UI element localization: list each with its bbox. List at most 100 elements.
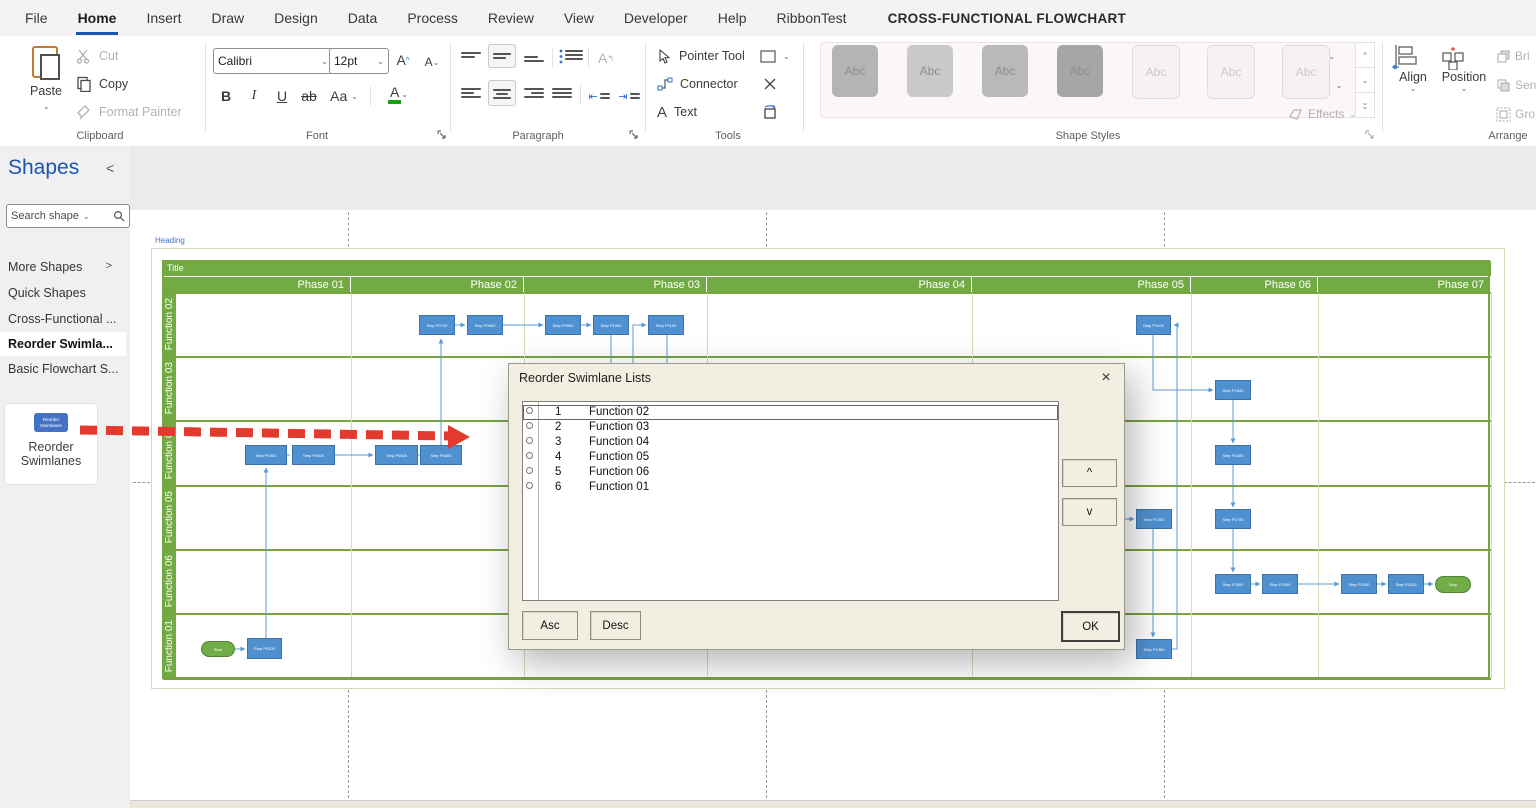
flowchart-step[interactable]: Step P0800 [467, 315, 503, 335]
shape-style-swatch[interactable]: Abc [1132, 45, 1180, 99]
flowchart-step[interactable]: Step P1100 [648, 315, 684, 335]
decrease-indent-button[interactable]: ⇤ [586, 84, 612, 108]
align-right-button[interactable] [524, 86, 544, 100]
move-down-button[interactable]: v [1062, 498, 1117, 526]
text-tool-button[interactable]: A Text [657, 100, 697, 124]
flowchart-step[interactable]: Step P2000 [1341, 574, 1377, 594]
shape-style-swatch[interactable]: Abc [1207, 45, 1255, 99]
flowchart-step[interactable]: Step P1800 [1215, 574, 1251, 594]
shape-style-swatch[interactable]: Abc [907, 45, 953, 97]
flowchart-step[interactable]: Step P0700 [419, 315, 455, 335]
swimlane-list-item-5[interactable]: 5 Function 06 [523, 465, 1058, 480]
flowchart-step[interactable]: Step P1300 [1136, 509, 1172, 529]
flowchart-step[interactable]: Step P1360 [1136, 639, 1172, 659]
master-reorder-swimlanes[interactable]: Reorder Swimlanes Reorder Swimlanes [5, 404, 97, 484]
flowchart-step[interactable]: Step P0600 [420, 445, 462, 465]
send-backward-button[interactable]: Sen [1496, 73, 1536, 97]
shrink-font-button[interactable]: A⌄ [420, 50, 444, 74]
ok-button[interactable]: OK [1061, 611, 1120, 642]
desc-button[interactable]: Desc [590, 611, 641, 640]
menu-tab-ribbontest[interactable]: RibbonTest [775, 2, 849, 35]
swimlane-list-item-4[interactable]: 4 Function 05 [523, 450, 1058, 465]
align-top-button[interactable] [461, 50, 481, 60]
paragraph-dialog-launcher[interactable] [628, 129, 640, 141]
font-dialog-launcher[interactable] [436, 129, 448, 141]
close-icon[interactable]: × [1095, 368, 1117, 388]
align-middle-button[interactable] [488, 44, 516, 68]
asc-button[interactable]: Asc [522, 611, 578, 640]
flowchart-terminator-start[interactable]: Start [201, 641, 235, 657]
flowchart-step[interactable]: Step P1500 [1215, 380, 1251, 400]
align-bottom-button[interactable] [524, 54, 544, 64]
justify-button[interactable] [552, 86, 572, 100]
group-button[interactable]: Gro [1496, 102, 1535, 126]
stencil-item-1[interactable]: Quick Shapes [8, 280, 126, 306]
flowchart-step[interactable]: Step P1400 [1136, 315, 1171, 335]
bold-button[interactable]: B [215, 84, 237, 108]
stencil-item-0[interactable]: More Shapes > [8, 254, 126, 280]
shape-styles-dialog-launcher[interactable] [1364, 129, 1376, 141]
flowchart-step[interactable]: Step P0900 [545, 315, 581, 335]
shape-style-swatch[interactable]: Abc [1282, 45, 1330, 99]
font-color-button[interactable]: A⌄ [380, 82, 416, 106]
font-family-combo[interactable]: Calibri⌄ [213, 48, 333, 74]
gallery-scroll-down[interactable]: ⌄ [1355, 68, 1375, 93]
menu-tab-home[interactable]: Home [76, 2, 119, 35]
swimlane-list-item-6[interactable]: 6 Function 01 [523, 480, 1058, 495]
menu-tab-draw[interactable]: Draw [209, 2, 246, 35]
stencil-item-2[interactable]: Cross-Functional ... [8, 306, 126, 332]
gallery-scroll-up[interactable]: ^ [1355, 42, 1375, 68]
flowchart-step[interactable]: Step P0500 [375, 445, 418, 465]
pointer-tool-button[interactable]: Pointer Tool [657, 44, 745, 68]
flowchart-step[interactable]: Step P1600 [1215, 445, 1251, 465]
flowchart-step[interactable]: Step P1900 [1262, 574, 1298, 594]
grow-font-button[interactable]: A^ [390, 48, 416, 72]
connection-point-tool-button[interactable] [763, 72, 777, 96]
shape-style-swatch[interactable]: Abc [1057, 45, 1103, 97]
flowchart-terminator-stop[interactable]: Stop [1435, 576, 1471, 593]
align-button[interactable]: Align ⌄ [1392, 44, 1434, 93]
flowchart-step[interactable]: Step P2100 [1388, 574, 1424, 594]
menu-tab-developer[interactable]: Developer [622, 2, 690, 35]
underline-button[interactable]: U [271, 84, 293, 108]
flowchart-step[interactable]: Step P0400 [292, 445, 335, 465]
swimlane-list-item-2[interactable]: 2 Function 03 [523, 420, 1058, 435]
move-up-button[interactable]: ^ [1062, 459, 1117, 487]
change-case-button[interactable]: Aa ⌄ [327, 84, 361, 108]
align-left-button[interactable] [461, 86, 481, 100]
position-button[interactable]: Position ⌄ [1440, 44, 1488, 93]
menu-tab-help[interactable]: Help [716, 2, 749, 35]
bullets-button[interactable] [560, 48, 582, 62]
menu-tab-data[interactable]: Data [346, 2, 380, 35]
text-direction-button[interactable]: A↰ [594, 46, 618, 70]
stencil-item-3[interactable]: Reorder Swimla... [0, 332, 126, 356]
menu-tab-review[interactable]: Review [486, 2, 536, 35]
swimlane-list-item-3[interactable]: 3 Function 04 [523, 435, 1058, 450]
paste-button[interactable]: Paste ⌄ [24, 44, 68, 130]
stencil-item-4[interactable]: Basic Flowchart S... [8, 356, 126, 382]
crop-tool-button[interactable] [762, 100, 778, 124]
strikethrough-button[interactable]: ab [297, 84, 321, 108]
increase-indent-button[interactable]: ⇥ [616, 84, 642, 108]
panel-collapse-button[interactable]: < [106, 160, 114, 176]
effects-button[interactable]: Effects⌄ [1288, 102, 1356, 126]
cut-button[interactable]: Cut [76, 44, 118, 68]
flowchart-step[interactable]: Step P0300 [245, 445, 287, 465]
flowchart-step[interactable]: Step P0100 [247, 638, 282, 659]
flowchart-step[interactable]: Step P1000 [593, 315, 629, 335]
copy-button[interactable]: Copy [76, 72, 128, 96]
menu-tab-design[interactable]: Design [272, 2, 320, 35]
menu-tab-process[interactable]: Process [405, 2, 460, 35]
menu-tab-file[interactable]: File [23, 2, 50, 35]
shape-style-swatch[interactable]: Abc [982, 45, 1028, 97]
search-shape-input[interactable]: Search shape ⌄ [6, 204, 130, 228]
gallery-expand[interactable]: ⌄⌄ [1355, 93, 1375, 118]
connector-tool-button[interactable]: Connector [657, 72, 738, 96]
align-center-button[interactable] [488, 80, 516, 106]
format-painter-button[interactable]: Format Painter [76, 100, 182, 124]
swimlane-list-item-1[interactable]: 1 Function 02 [523, 405, 1058, 420]
swimlane-listbox[interactable]: 1 Function 02 2 Function 03 3 Function 0… [522, 401, 1059, 601]
bring-forward-button[interactable]: Bri [1496, 44, 1530, 68]
italic-button[interactable]: I [243, 84, 265, 108]
font-size-combo[interactable]: 12pt⌄ [329, 48, 389, 74]
